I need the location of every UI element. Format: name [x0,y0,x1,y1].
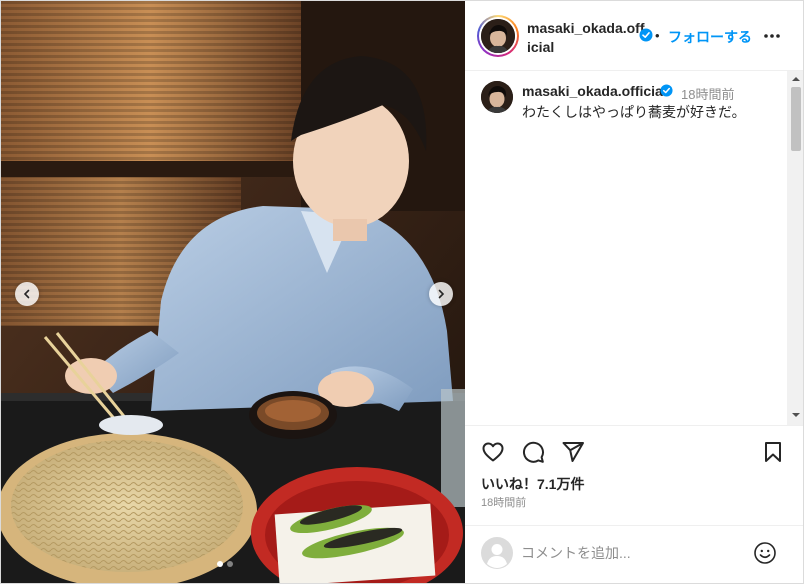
post-media[interactable] [1,1,465,583]
bookmark-icon[interactable] [761,440,785,464]
user-avatar-icon [481,537,513,569]
follow-button[interactable]: フォローする [668,27,752,47]
caption-time[interactable]: 18時間前 [681,84,734,103]
verified-badge-icon [639,28,653,42]
post-side-panel: masaki_okada.official • フォローする masaki_ok… [465,1,803,583]
instagram-post-modal: masaki_okada.official • フォローする masaki_ok… [0,0,804,584]
avatar-image [481,19,515,53]
heart-icon[interactable] [481,440,505,464]
share-icon[interactable] [561,440,585,464]
comments-section: masaki_okada.official 18時間前 わたくしはやっぱり蕎麦が… [465,71,787,425]
header-avatar[interactable] [477,15,519,57]
emoji-icon[interactable] [753,541,777,565]
likes-count[interactable]: いいね！7.1万件 [481,474,584,494]
more-horizontal-icon[interactable] [761,27,783,45]
scroll-up-arrow-icon[interactable] [791,75,801,83]
carousel-prev-button[interactable] [15,282,39,306]
comment-icon[interactable] [521,440,545,464]
carousel-dot[interactable] [227,561,233,567]
scroll-down-arrow-icon[interactable] [791,411,801,419]
header-username[interactable]: masaki_okada.official [527,19,645,57]
caption-username[interactable]: masaki_okada.official [522,83,667,99]
chevron-right-icon [438,289,445,299]
post-photo [1,1,465,583]
carousel-next-button[interactable] [429,282,453,306]
post-timestamp[interactable]: 18時間前 [481,494,526,510]
carousel-dot-active[interactable] [217,561,223,567]
comment-form [465,525,803,583]
comments-scrollbar[interactable] [787,71,803,425]
post-header: masaki_okada.official • フォローする [465,1,803,71]
carousel-indicator [217,561,233,567]
verified-badge-icon [660,84,673,97]
scrollbar-thumb[interactable] [791,87,801,151]
caption-avatar[interactable] [481,81,513,113]
post-actions: いいね！7.1万件 18時間前 [465,425,803,525]
comment-input[interactable] [521,540,741,566]
chevron-left-icon [23,289,30,299]
avatar-image [481,81,513,113]
caption-text: わたくしはやっぱり蕎麦が好きだ。 [522,104,746,120]
header-separator: • [655,28,660,43]
